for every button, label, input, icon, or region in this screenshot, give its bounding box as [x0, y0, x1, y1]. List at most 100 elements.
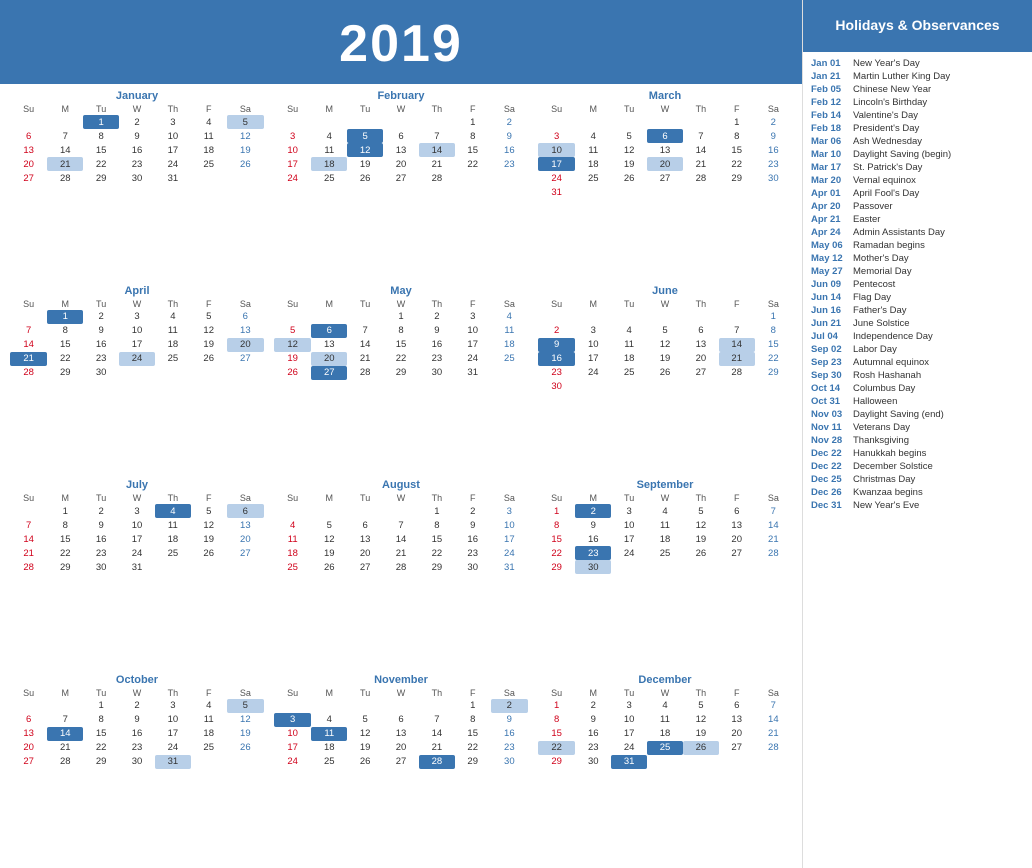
calendar-day[interactable]: 14 — [683, 143, 719, 157]
calendar-day[interactable] — [191, 366, 227, 380]
calendar-day[interactable]: 8 — [83, 713, 119, 727]
calendar-day[interactable]: 16 — [119, 727, 155, 741]
calendar-day[interactable]: 19 — [274, 352, 311, 366]
calendar-day[interactable]: 20 — [227, 338, 264, 352]
calendar-day[interactable]: 3 — [491, 504, 528, 518]
calendar-day[interactable]: 21 — [347, 352, 383, 366]
calendar-day[interactable]: 16 — [455, 532, 491, 546]
calendar-day[interactable]: 4 — [611, 324, 647, 338]
calendar-day[interactable]: 3 — [155, 699, 191, 713]
calendar-day[interactable]: 18 — [491, 338, 528, 352]
calendar-day[interactable] — [347, 504, 383, 518]
calendar-day[interactable]: 11 — [491, 324, 528, 338]
calendar-day[interactable]: 24 — [611, 741, 647, 755]
calendar-day[interactable]: 20 — [311, 352, 347, 366]
calendar-day[interactable] — [683, 310, 719, 324]
calendar-day[interactable]: 8 — [455, 713, 491, 727]
calendar-day[interactable]: 20 — [347, 546, 383, 560]
calendar-day[interactable]: 9 — [575, 713, 611, 727]
calendar-day[interactable]: 9 — [455, 518, 491, 532]
calendar-day[interactable] — [611, 560, 647, 574]
calendar-day[interactable]: 23 — [575, 546, 611, 560]
calendar-day[interactable]: 20 — [719, 727, 755, 741]
calendar-day[interactable]: 15 — [47, 532, 83, 546]
calendar-day[interactable] — [611, 115, 647, 129]
calendar-day[interactable]: 21 — [10, 546, 47, 560]
calendar-day[interactable] — [719, 310, 755, 324]
calendar-day[interactable]: 6 — [719, 504, 755, 518]
calendar-day[interactable]: 4 — [311, 129, 347, 143]
calendar-day[interactable] — [274, 699, 311, 713]
calendar-day[interactable]: 7 — [10, 324, 47, 338]
calendar-day[interactable]: 16 — [491, 143, 528, 157]
calendar-day[interactable]: 27 — [383, 755, 419, 769]
calendar-day[interactable]: 25 — [311, 171, 347, 185]
calendar-day[interactable] — [611, 185, 647, 199]
calendar-day[interactable]: 22 — [755, 352, 792, 366]
calendar-day[interactable]: 20 — [383, 741, 419, 755]
calendar-day[interactable]: 19 — [683, 532, 719, 546]
calendar-day[interactable] — [47, 115, 83, 129]
calendar-day[interactable]: 1 — [455, 115, 491, 129]
calendar-day[interactable]: 10 — [155, 713, 191, 727]
calendar-day[interactable]: 14 — [755, 518, 792, 532]
calendar-day[interactable]: 11 — [611, 338, 647, 352]
calendar-day[interactable]: 11 — [155, 324, 191, 338]
calendar-day[interactable]: 24 — [119, 546, 155, 560]
calendar-day[interactable] — [47, 699, 83, 713]
calendar-day[interactable] — [155, 366, 191, 380]
calendar-day[interactable]: 17 — [274, 157, 311, 171]
calendar-day[interactable] — [191, 755, 227, 769]
calendar-day[interactable] — [227, 171, 264, 185]
calendar-day[interactable]: 8 — [538, 518, 575, 532]
calendar-day[interactable]: 24 — [491, 546, 528, 560]
calendar-day[interactable]: 25 — [191, 741, 227, 755]
calendar-day[interactable]: 14 — [10, 338, 47, 352]
calendar-day[interactable]: 29 — [47, 560, 83, 574]
calendar-day[interactable]: 12 — [647, 338, 683, 352]
calendar-day[interactable]: 25 — [647, 741, 683, 755]
calendar-day[interactable]: 22 — [538, 741, 575, 755]
calendar-day[interactable]: 5 — [311, 518, 347, 532]
calendar-day[interactable]: 28 — [419, 171, 455, 185]
calendar-day[interactable]: 27 — [383, 171, 419, 185]
calendar-day[interactable]: 2 — [419, 310, 455, 324]
calendar-day[interactable]: 1 — [383, 310, 419, 324]
calendar-day[interactable] — [311, 115, 347, 129]
calendar-day[interactable]: 17 — [491, 532, 528, 546]
calendar-day[interactable]: 1 — [47, 504, 83, 518]
calendar-day[interactable]: 9 — [119, 713, 155, 727]
calendar-day[interactable]: 29 — [383, 366, 419, 380]
calendar-day[interactable]: 10 — [455, 324, 491, 338]
calendar-day[interactable]: 10 — [119, 324, 155, 338]
calendar-day[interactable]: 2 — [119, 115, 155, 129]
calendar-day[interactable]: 30 — [83, 366, 119, 380]
calendar-day[interactable]: 22 — [83, 157, 119, 171]
calendar-day[interactable]: 19 — [227, 727, 264, 741]
calendar-day[interactable]: 24 — [155, 741, 191, 755]
calendar-day[interactable]: 31 — [155, 171, 191, 185]
calendar-day[interactable]: 15 — [755, 338, 792, 352]
calendar-day[interactable]: 13 — [227, 518, 264, 532]
calendar-day[interactable]: 8 — [47, 324, 83, 338]
calendar-day[interactable]: 27 — [227, 352, 264, 366]
calendar-day[interactable]: 16 — [419, 338, 455, 352]
calendar-day[interactable] — [311, 504, 347, 518]
calendar-day[interactable]: 11 — [647, 713, 683, 727]
calendar-day[interactable]: 31 — [155, 755, 191, 769]
calendar-day[interactable]: 23 — [755, 157, 792, 171]
calendar-day[interactable]: 28 — [47, 171, 83, 185]
calendar-day[interactable]: 1 — [47, 310, 83, 324]
calendar-day[interactable]: 19 — [311, 546, 347, 560]
calendar-day[interactable]: 14 — [419, 727, 455, 741]
calendar-day[interactable]: 2 — [491, 699, 528, 713]
calendar-day[interactable]: 21 — [10, 352, 47, 366]
calendar-day[interactable]: 26 — [683, 546, 719, 560]
calendar-day[interactable]: 6 — [647, 129, 683, 143]
calendar-day[interactable]: 4 — [491, 310, 528, 324]
calendar-day[interactable] — [119, 366, 155, 380]
calendar-day[interactable]: 14 — [719, 338, 755, 352]
calendar-day[interactable]: 21 — [419, 157, 455, 171]
calendar-day[interactable]: 30 — [455, 560, 491, 574]
calendar-day[interactable]: 7 — [347, 324, 383, 338]
